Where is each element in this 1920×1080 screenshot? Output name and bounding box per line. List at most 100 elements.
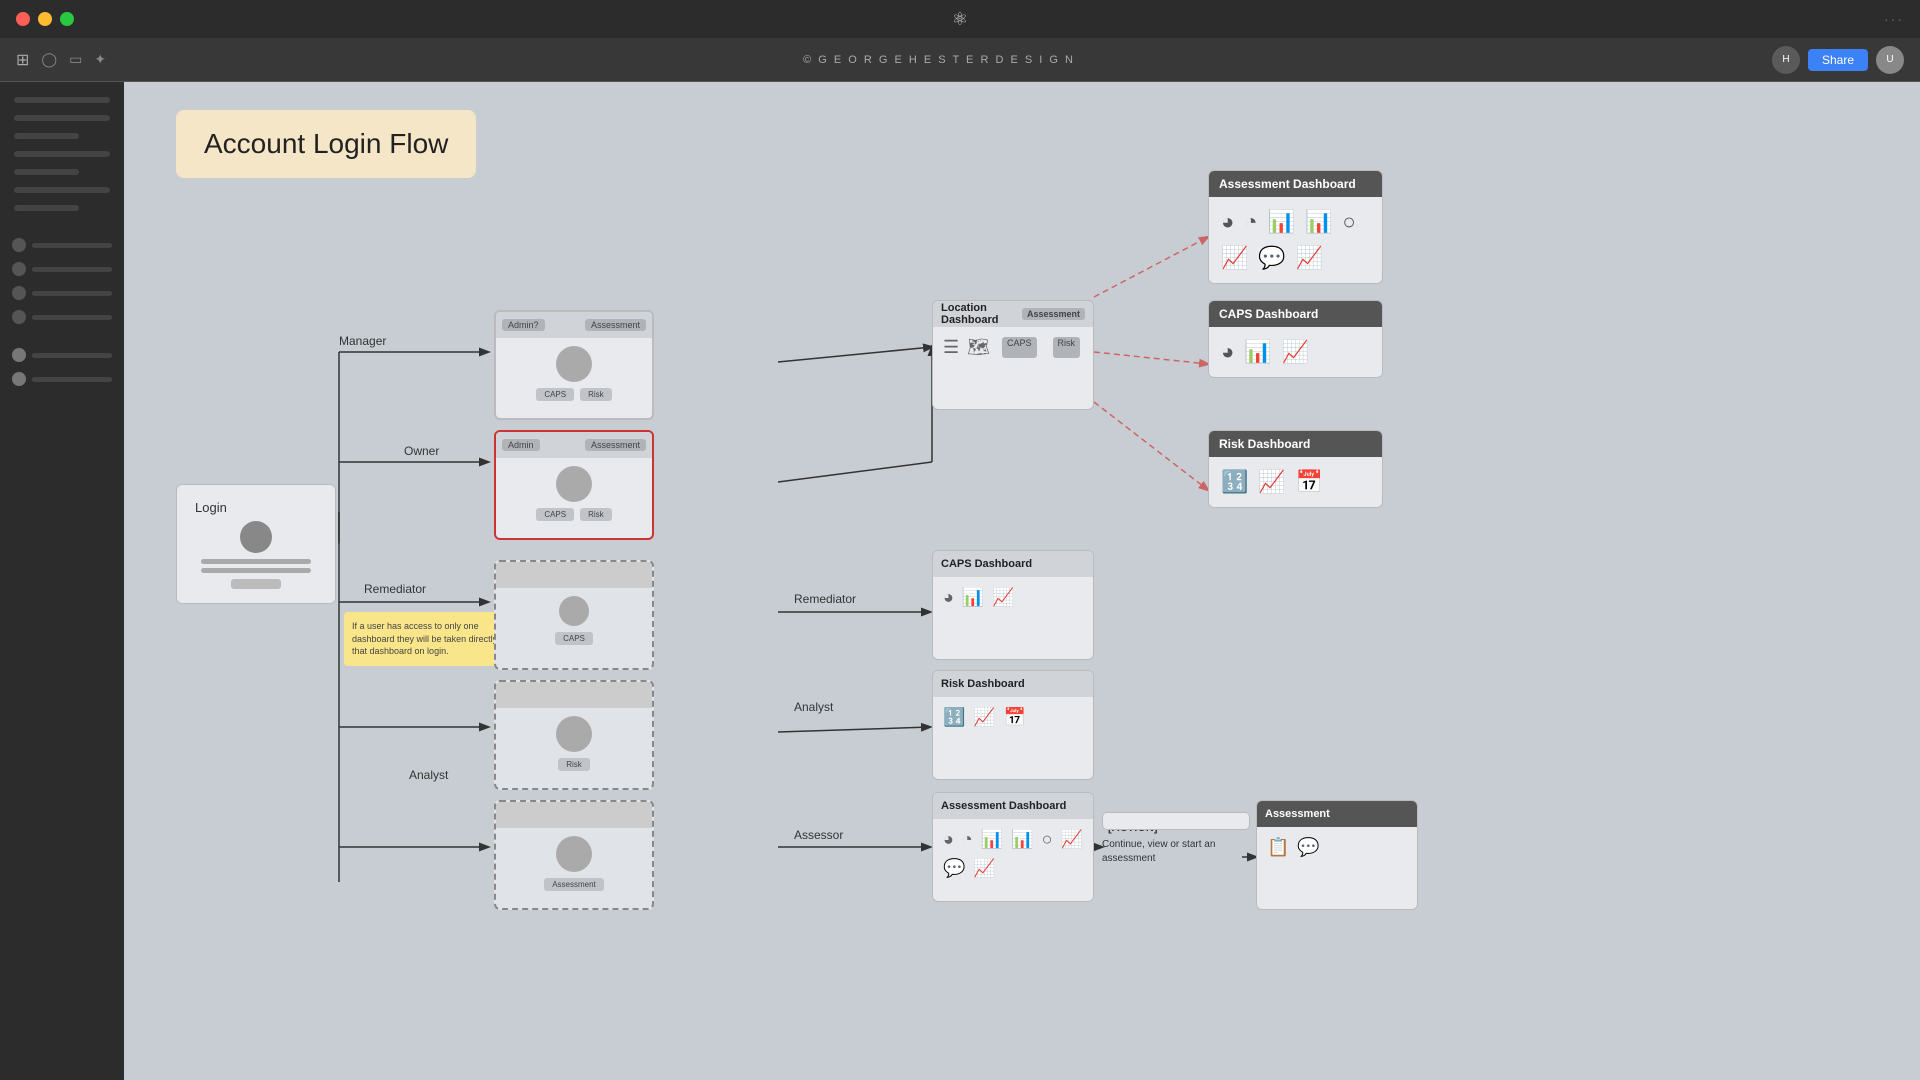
sidebar-item (14, 97, 110, 103)
ld-calc2: 🔢 (1221, 469, 1248, 495)
sidebar-item (14, 169, 79, 175)
assessor-screen: Assessment (494, 800, 654, 910)
menu-dots: ··· (1884, 11, 1904, 27)
manager-screen-header: Admin? Assessment (496, 312, 652, 338)
ld-trend1: 📈 (1296, 245, 1323, 271)
manager-label: Manager (339, 334, 386, 348)
owner-label: Owner (404, 444, 439, 458)
caps-dashboard-mid: CAPS Dashboard ◕ 📊 📈 (932, 550, 1094, 660)
minimize-button[interactable] (38, 12, 52, 26)
sidebar-item (14, 151, 110, 157)
title-label: Account Login Flow (176, 110, 476, 178)
assessment-final: Assessment 📋 💬 (1256, 800, 1418, 910)
ld-area3: 📈 (1282, 339, 1309, 365)
login-field-2 (201, 568, 311, 573)
toolbar-left: ⊞ ◯ ▭ ✦ (16, 50, 106, 70)
login-avatar (240, 521, 272, 553)
manager-screen: Admin? Assessment CAPS Risk (494, 310, 654, 420)
cal-icon: 📅 (1004, 707, 1026, 728)
sidebar-circle (12, 262, 26, 276)
trend2-icon: 📈 (973, 858, 995, 879)
assessment-btn: Assessment (544, 878, 604, 891)
location-dash-icons: ☰ 🗺 CAPS Risk (933, 327, 1093, 368)
close-button[interactable] (16, 12, 30, 26)
list2-icon: 📋 (1267, 837, 1289, 858)
owner-screen-body: CAPS Risk (496, 458, 652, 529)
caps-dash-icons: ◕ 📊 📈 (933, 577, 1093, 618)
trend-icon: 📈 (973, 707, 995, 728)
analyst-right-label: Analyst (794, 700, 833, 714)
bar2-icon: 📊 (981, 829, 1003, 850)
assessment-final-icons: 📋 💬 (1257, 827, 1417, 868)
risk-dash-header: Risk Dashboard (933, 671, 1093, 697)
caps-large-header: CAPS Dashboard (1209, 301, 1382, 327)
user-avatar[interactable]: H (1772, 46, 1800, 74)
content: Account Login Flow Login If a user has a… (124, 82, 1920, 1080)
caps-dash-header: CAPS Dashboard (933, 551, 1093, 577)
sidebar-row-line (32, 291, 112, 296)
ld-pie2: ◔ (1244, 209, 1257, 235)
circle2-icon: ○ (1042, 829, 1053, 850)
analyst-screen-header (496, 682, 652, 708)
risk-btn3: Risk (558, 758, 590, 771)
maximize-button[interactable] (60, 12, 74, 26)
sidebar-row-line (32, 243, 112, 248)
assessment-final-header: Assessment (1257, 801, 1417, 827)
caps-large-body: ◕ 📊 📈 (1209, 327, 1382, 377)
owner-avatar (556, 466, 592, 502)
toolbar-right[interactable]: H Share U (1772, 46, 1904, 74)
remediator-screen-body: CAPS (496, 588, 652, 653)
note-text: If a user has access to only one dashboa… (352, 621, 507, 656)
grid-icon[interactable]: ⊞ (16, 50, 29, 70)
ld-bar3: 📊 (1244, 339, 1271, 365)
rect-icon[interactable]: ▭ (69, 51, 82, 68)
remediator-right-label: Remediator (794, 592, 856, 606)
sidebar-item (14, 205, 79, 211)
owner-btns: CAPS Risk (536, 508, 611, 521)
share-button[interactable]: Share (1808, 49, 1868, 71)
ld-cal2: 📅 (1296, 469, 1323, 495)
remediator-avatar (559, 596, 589, 626)
manager-avatar (556, 346, 592, 382)
sidebar-circle (12, 348, 26, 362)
user-avatar-2[interactable]: U (1876, 46, 1904, 74)
chat-icon: 💬 (943, 858, 965, 879)
assessor-screen-header (496, 802, 652, 828)
window-controls[interactable] (16, 12, 74, 26)
bar3-icon: 📊 (1011, 829, 1033, 850)
ld-circle1: ○ (1342, 209, 1355, 235)
remediator-btns: CAPS (555, 632, 593, 645)
action-desc: Continue, view or start an assessment (1102, 838, 1242, 866)
toolbar: ⊞ ◯ ▭ ✦ © G E O R G E H E S T E R D E S … (0, 38, 1920, 82)
ld-area1: 📈 (1221, 245, 1248, 271)
risk-dash-icons: 🔢 📈 📅 (933, 697, 1093, 738)
assessment-dash-bot-header: Assessment Dashboard (933, 793, 1093, 819)
assessment-tag: Assessment (585, 319, 646, 331)
assessor-screen-body: Assessment (496, 828, 652, 899)
assessment-large-body: ◕ ◔ 📊 📊 ○ 📈 💬 📈 (1209, 197, 1382, 283)
assessor-avatar (556, 836, 592, 872)
location-dash-header: Location Dashboard Assessment (933, 301, 1093, 327)
caps-btn: CAPS (536, 388, 574, 401)
area-icon: 📈 (992, 587, 1014, 608)
sidebar-circle (12, 372, 26, 386)
analyst-avatar (556, 716, 592, 752)
remediator-screen-header (496, 562, 652, 588)
circle-icon[interactable]: ◯ (41, 51, 57, 68)
assessment-dashboard-bot: Assessment Dashboard ◕ ◔ 📊 📊 ○ 📈 💬 📈 (932, 792, 1094, 902)
pie-icon: ◕ (943, 587, 954, 608)
analyst-screen-body: Risk (496, 708, 652, 779)
risk-large-header: Risk Dashboard (1209, 431, 1382, 457)
sidebar-row (8, 284, 116, 302)
login-field-1 (201, 559, 311, 564)
pie3-icon: ◔ (962, 829, 973, 850)
pen-icon[interactable]: ✦ (94, 51, 106, 68)
list-icon: ☰ (943, 337, 959, 358)
assessment-dash-bot-icons: ◕ ◔ 📊 📊 ○ 📈 💬 📈 (933, 819, 1093, 889)
sidebar-row-line (32, 267, 112, 272)
assessment-tag3: Assessment (1022, 308, 1085, 320)
sidebar-item (14, 115, 110, 121)
action-box (1102, 812, 1250, 830)
assessment-large-header: Assessment Dashboard (1209, 171, 1382, 197)
caps-tag: CAPS (1002, 337, 1037, 358)
